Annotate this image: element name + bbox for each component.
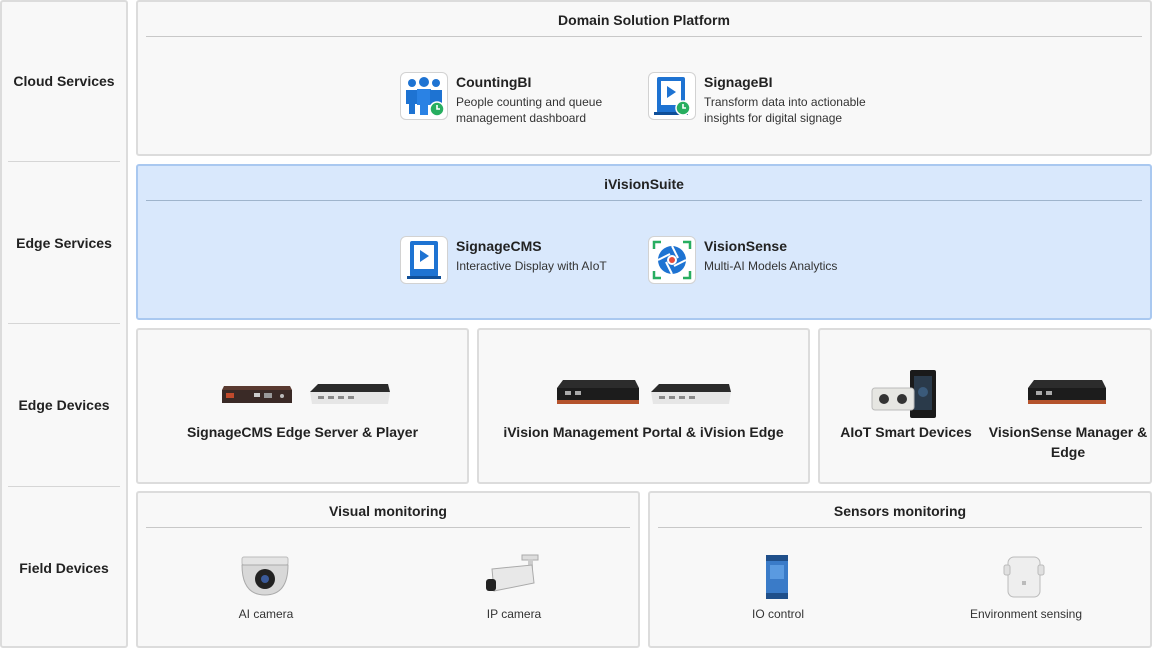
app-name: SignageBI xyxy=(704,74,773,90)
edge-device-panel-signagecms: SignageCMS Edge Server & Player xyxy=(136,328,469,484)
edge-services-panel-title: iVisionSuite xyxy=(604,176,684,192)
camera-aperture-icon xyxy=(648,236,696,284)
cloud-services-panel: Domain Solution Platform CountingBI Peop… xyxy=(136,0,1152,156)
title-divider xyxy=(658,527,1142,528)
edge-device-panel-ivision: iVision Management Portal & iVision Edge xyxy=(477,328,810,484)
device-label: VisionSense Manager & Edge xyxy=(988,424,1148,460)
app-visionsense[interactable]: VisionSense Multi-AI Models Analytics xyxy=(648,236,884,284)
people-counting-icon xyxy=(400,72,448,120)
app-countingbi[interactable]: CountingBI People counting and queue man… xyxy=(400,72,636,126)
app-description: Interactive Display with AIoT xyxy=(456,259,607,273)
title-divider xyxy=(146,200,1142,201)
player-device-image xyxy=(310,384,390,404)
app-name: SignageCMS xyxy=(456,238,542,254)
edge-server-device-image xyxy=(222,386,292,403)
app-description: Transform data into actionable insights … xyxy=(704,95,866,125)
app-name: CountingBI xyxy=(456,74,532,90)
sensors-monitoring-panel: Sensors monitoring IO control Environmen… xyxy=(648,491,1152,648)
layer-label-field: Field Devices xyxy=(19,559,109,576)
device-label: iVision Management Portal & iVision Edge xyxy=(503,424,784,440)
environment-sensor-image xyxy=(1003,556,1045,598)
app-signagebi[interactable]: SignageBI Transform data into actionable… xyxy=(648,72,884,126)
app-signagecms[interactable]: SignageCMS Interactive Display with AIoT xyxy=(400,236,636,284)
ip-camera-image xyxy=(486,554,539,592)
field-device-label: IP camera xyxy=(486,607,542,621)
cloud-panel-title: Domain Solution Platform xyxy=(558,12,730,28)
title-divider xyxy=(146,36,1142,37)
visual-monitoring-panel: Visual monitoring AI camera IP camera xyxy=(136,491,640,648)
app-description: Multi-AI Models Analytics xyxy=(704,259,838,273)
sensors-monitoring-title: Sensors monitoring xyxy=(833,503,967,519)
signage-analytics-icon xyxy=(648,72,696,120)
device-label: AIoT Smart Devices xyxy=(840,424,972,440)
field-device-label: IO control xyxy=(751,607,805,621)
layer-label-edge-services: Edge Services xyxy=(16,235,112,251)
visionsense-device-image xyxy=(1028,380,1106,404)
device-label: SignageCMS Edge Server & Player xyxy=(186,424,419,440)
layer-label-edge-devices: Edge Devices xyxy=(18,397,110,413)
app-description: People counting and queue management das… xyxy=(456,95,603,125)
ivision-server-device-image xyxy=(557,380,639,404)
aiot-smart-devices-image xyxy=(871,370,936,418)
signage-play-icon xyxy=(400,236,448,284)
edge-services-panel: iVisionSuite SignageCMS Interactive Disp… xyxy=(136,164,1152,320)
ai-camera-image xyxy=(241,556,289,596)
edge-device-panel-aiot: AIoT Smart Devices VisionSense Manager &… xyxy=(818,328,1152,484)
visual-monitoring-title: Visual monitoring xyxy=(329,503,447,519)
app-name: VisionSense xyxy=(704,238,788,254)
field-device-label: Environment sensing xyxy=(969,607,1083,621)
title-divider xyxy=(146,527,630,528)
field-device-label: AI camera xyxy=(238,607,294,621)
ivision-edge-device-image xyxy=(651,384,731,404)
layer-label-cloud: Cloud Services xyxy=(13,73,115,89)
io-control-module-image xyxy=(766,555,788,599)
